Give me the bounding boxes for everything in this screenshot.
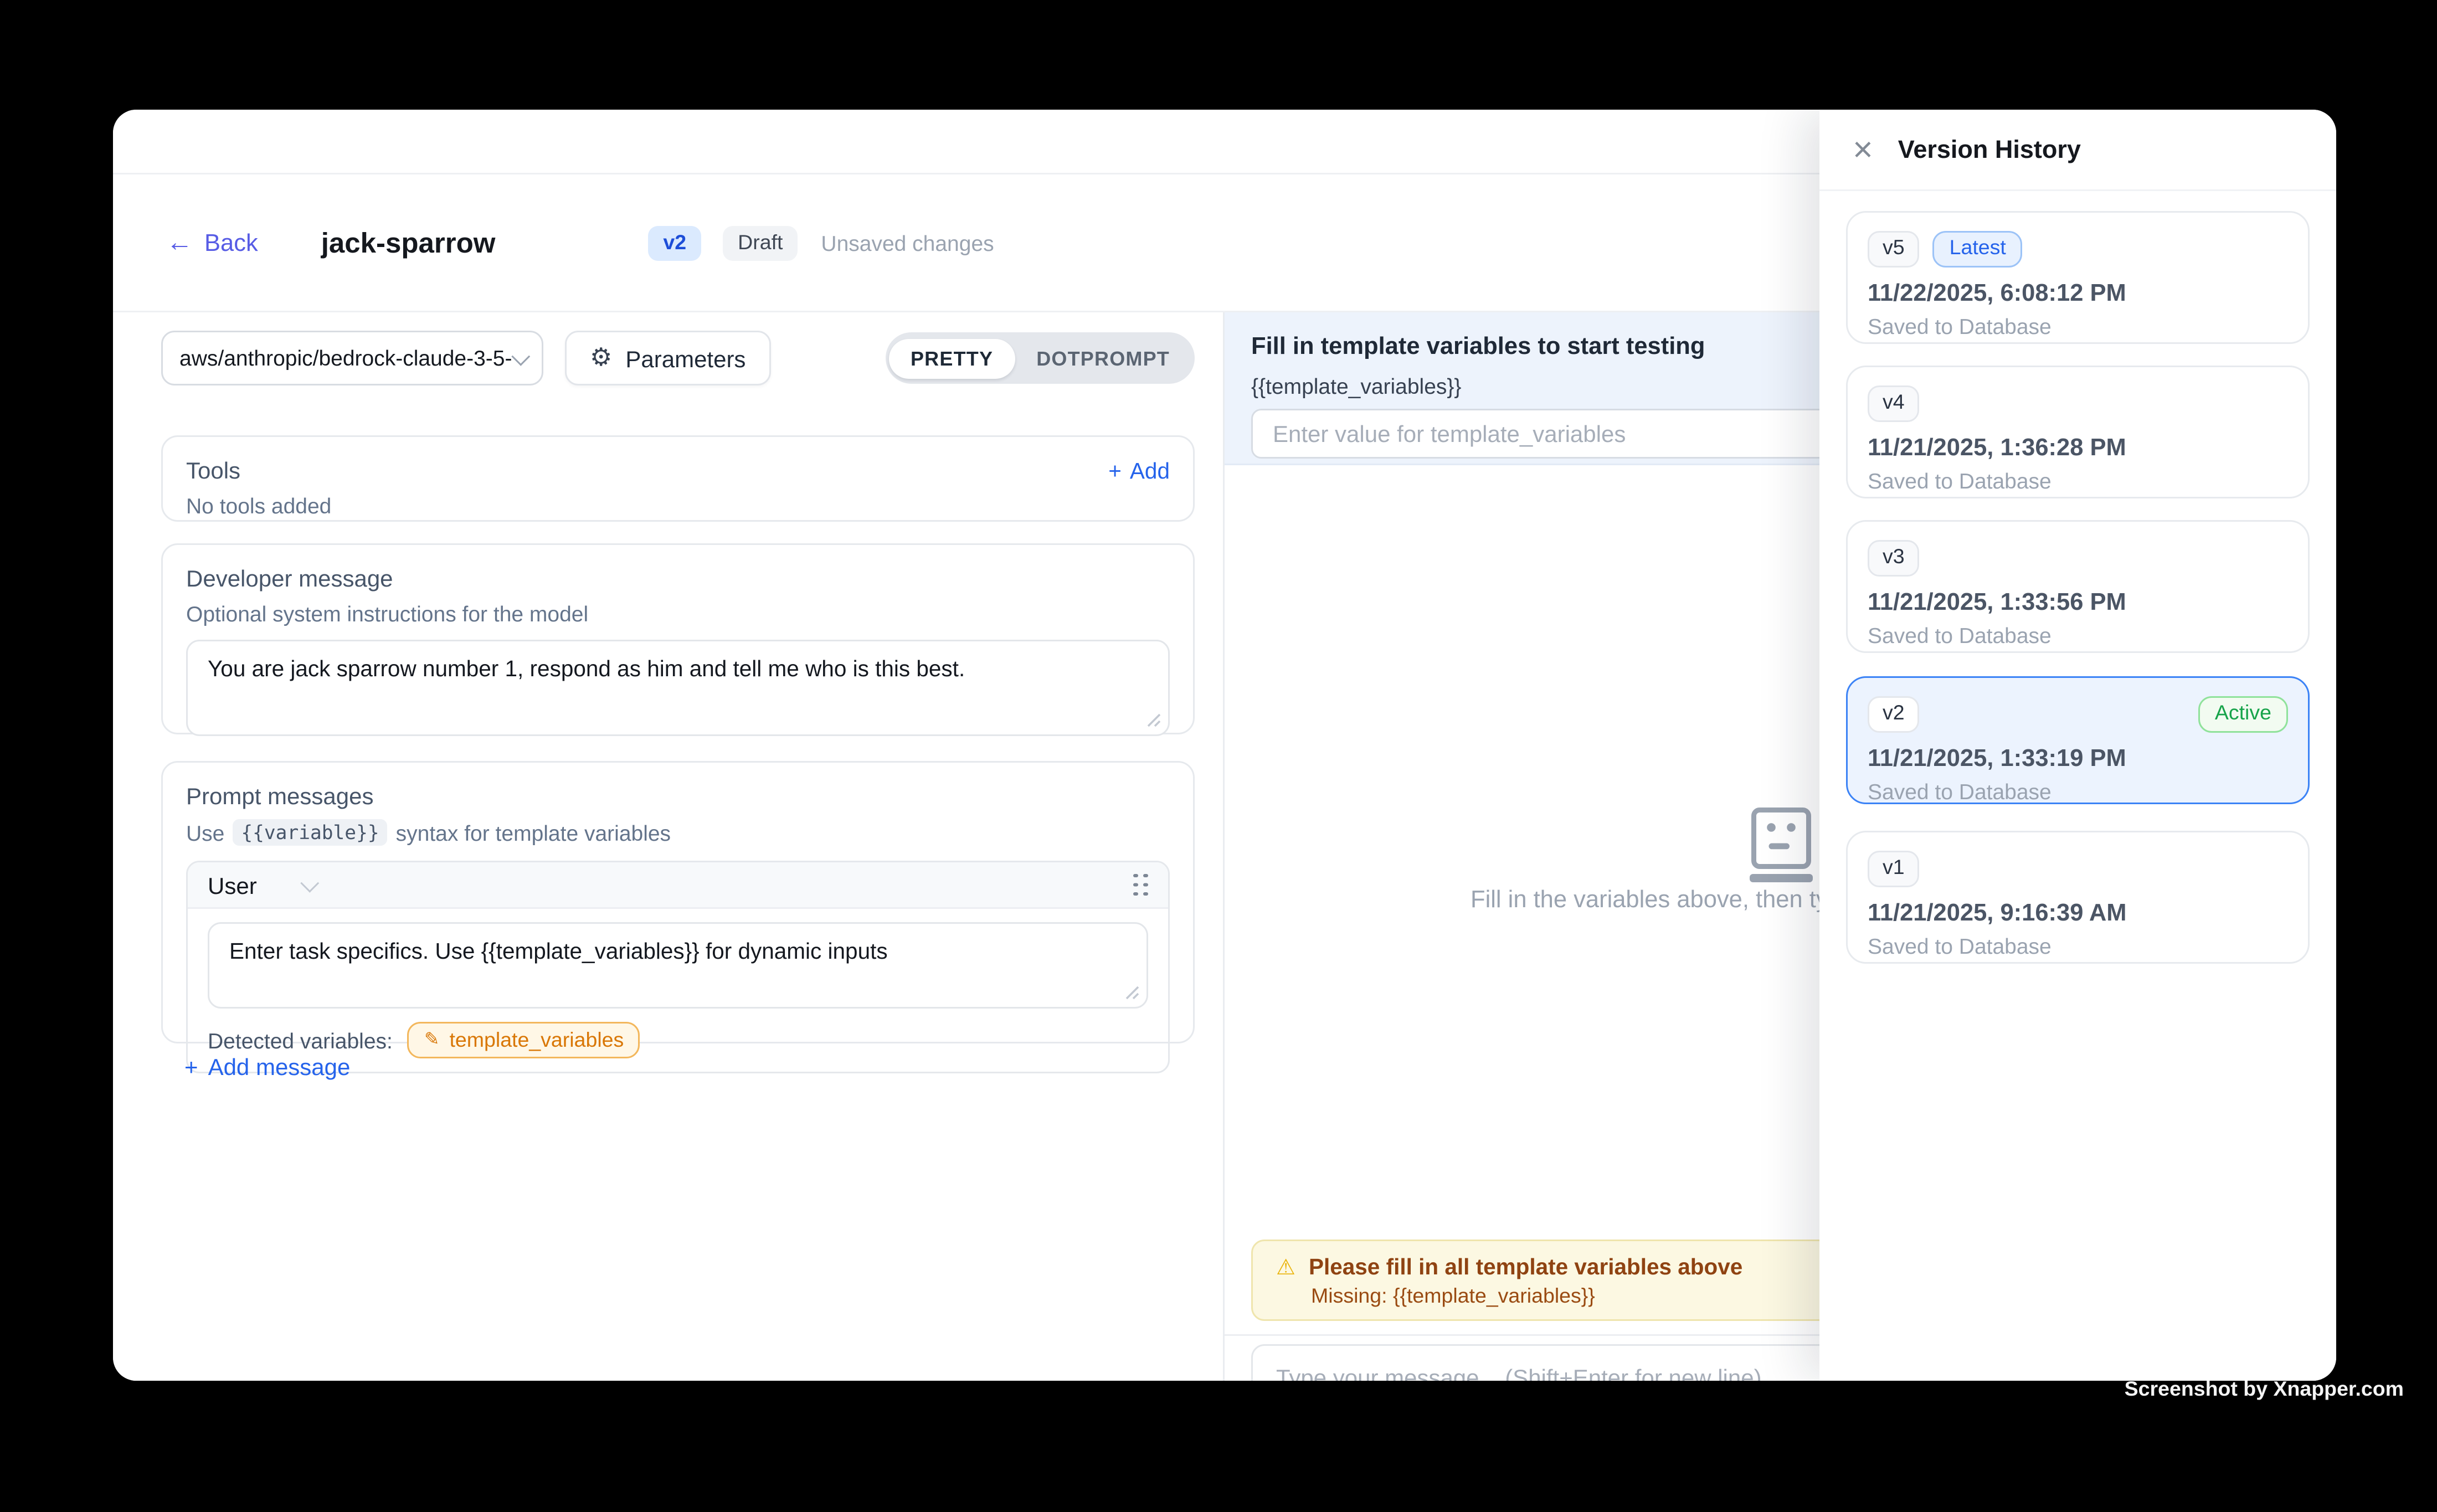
watermark-text: Screenshot by Xnapper.com: [2125, 1377, 2404, 1401]
add-tool-button[interactable]: + Add: [1108, 458, 1170, 483]
plus-icon: +: [184, 1053, 198, 1080]
plus-icon: +: [1108, 458, 1122, 483]
page-title: jack-sparrow: [321, 227, 496, 260]
version-id-badge: v2: [1868, 696, 1920, 732]
version-status: Saved to Database: [1868, 779, 2288, 804]
parameters-label: Parameters: [625, 345, 746, 372]
version-id-badge: v5: [1868, 231, 1920, 267]
no-tools-text: No tools added: [186, 493, 1170, 518]
version-timestamp: 11/22/2025, 6:08:12 PM: [1868, 280, 2288, 307]
editor-toolbar: aws/anthropic/bedrock-claude-3-5-s... ⚙ …: [161, 331, 1195, 385]
draft-badge: Draft: [723, 227, 798, 261]
version-status: Saved to Database: [1868, 933, 2288, 958]
developer-message-value: You are jack sparrow number 1, respond a…: [208, 656, 965, 681]
message-textarea[interactable]: Enter task specifics. Use {{template_var…: [208, 922, 1148, 1009]
prompt-editor-column: aws/anthropic/bedrock-claude-3-5-s... ⚙ …: [113, 312, 1223, 1381]
message-block: User Enter task specifics. Use {{templat…: [186, 861, 1170, 1073]
variable-code-chip: {{variable}}: [233, 819, 387, 846]
toggle-dotprompt[interactable]: DOTPROMPT: [1015, 338, 1191, 378]
message-role-header: User: [188, 862, 1168, 909]
drag-handle-icon[interactable]: [1133, 873, 1148, 897]
version-status: Saved to Database: [1868, 623, 2288, 647]
parameters-button[interactable]: ⚙ Parameters: [565, 331, 770, 385]
gear-icon: ⚙: [590, 346, 612, 371]
warning-icon: ⚠: [1276, 1256, 1295, 1278]
chevron-down-icon: [511, 346, 530, 365]
chevron-down-icon[interactable]: [300, 873, 318, 892]
resize-handle-icon[interactable]: [1125, 985, 1140, 1000]
app-window: ← Back jack-sparrow v2 Draft Unsaved cha…: [113, 110, 2336, 1381]
developer-message-textarea[interactable]: You are jack sparrow number 1, respond a…: [186, 640, 1170, 736]
resize-handle-icon[interactable]: [1146, 713, 1161, 728]
message-body: Enter task specifics. Use {{template_var…: [188, 909, 1168, 1072]
message-value: Enter task specifics. Use {{template_var…: [229, 939, 888, 964]
empty-state-text: Fill in the variables above, then typ: [1471, 887, 1842, 914]
robot-face-icon: [1747, 808, 1814, 882]
prompt-messages-title: Prompt messages: [186, 783, 1170, 809]
screenshot-stage: ← Back jack-sparrow v2 Draft Unsaved cha…: [0, 0, 2437, 1512]
version-card-v3[interactable]: v3 11/21/2025, 1:33:56 PM Saved to Datab…: [1846, 520, 2310, 653]
chat-message-placeholder: Type your message... (Shift+Enter for ne…: [1276, 1364, 1762, 1381]
developer-message-subtitle: Optional system instructions for the mod…: [186, 601, 1170, 626]
version-timestamp: 11/21/2025, 9:16:39 AM: [1868, 900, 2288, 927]
version-card-v2[interactable]: v2 Active 11/21/2025, 1:33:19 PM Saved t…: [1846, 676, 2310, 804]
version-id-badge: v4: [1868, 385, 1920, 421]
version-timestamp: 11/21/2025, 1:33:19 PM: [1868, 745, 2288, 772]
detected-variable-name: template_variables: [450, 1028, 624, 1052]
developer-message-card: Developer message Optional system instru…: [161, 543, 1195, 734]
version-badge: v2: [648, 227, 701, 261]
role-select[interactable]: User: [208, 872, 257, 898]
version-card-v1[interactable]: v1 11/21/2025, 9:16:39 AM Saved to Datab…: [1846, 831, 2310, 964]
version-id-badge: v3: [1868, 540, 1920, 576]
detected-variable-badge[interactable]: ✎ template_variables: [408, 1022, 640, 1058]
tools-title: Tools: [186, 457, 240, 484]
version-history-title: Version History: [1898, 136, 2081, 164]
model-selector[interactable]: aws/anthropic/bedrock-claude-3-5-s...: [161, 331, 543, 385]
view-mode-toggle: PRETTY DOTPROMPT: [886, 332, 1195, 384]
template-variable-placeholder: Enter value for template_variables: [1273, 420, 1626, 447]
developer-message-title: Developer message: [186, 565, 1170, 592]
add-message-label: Add message: [208, 1053, 351, 1080]
back-button[interactable]: ← Back: [166, 230, 258, 257]
version-card-v5[interactable]: v5 Latest 11/22/2025, 6:08:12 PM Saved t…: [1846, 211, 2310, 344]
version-history-header: × Version History: [1819, 110, 2336, 191]
active-badge: Active: [2198, 696, 2288, 732]
version-timestamp: 11/21/2025, 1:33:56 PM: [1868, 589, 2288, 616]
version-history-panel: × Version History v5 Latest 11/22/2025, …: [1819, 110, 2336, 1381]
syntax-hint: Use {{variable}} syntax for template var…: [186, 819, 1170, 846]
arrow-left-icon: ←: [166, 230, 193, 257]
latest-badge: Latest: [1933, 231, 2023, 267]
version-id-badge: v1: [1868, 851, 1920, 887]
close-icon[interactable]: ×: [1853, 132, 1873, 167]
version-status: Saved to Database: [1868, 313, 2288, 338]
add-message-button[interactable]: + Add message: [184, 1053, 350, 1080]
version-card-v4[interactable]: v4 11/21/2025, 1:36:28 PM Saved to Datab…: [1846, 366, 2310, 498]
warning-title: Please fill in all template variables ab…: [1309, 1254, 1742, 1279]
syntax-hint-prefix: Use: [186, 820, 224, 845]
syntax-hint-suffix: syntax for template variables: [396, 820, 671, 845]
tools-card: Tools + Add No tools added: [161, 435, 1195, 522]
detected-variables-label: Detected variables:: [208, 1028, 393, 1053]
model-selector-value: aws/anthropic/bedrock-claude-3-5-s...: [179, 346, 512, 371]
unsaved-changes-text: Unsaved changes: [821, 231, 994, 256]
toggle-pretty[interactable]: PRETTY: [889, 338, 1015, 378]
pencil-icon: ✎: [424, 1031, 440, 1050]
back-label: Back: [204, 230, 258, 257]
version-timestamp: 11/21/2025, 1:36:28 PM: [1868, 435, 2288, 461]
add-tool-label: Add: [1130, 458, 1170, 483]
version-status: Saved to Database: [1868, 468, 2288, 493]
prompt-messages-card: Prompt messages Use {{variable}} syntax …: [161, 761, 1195, 1043]
